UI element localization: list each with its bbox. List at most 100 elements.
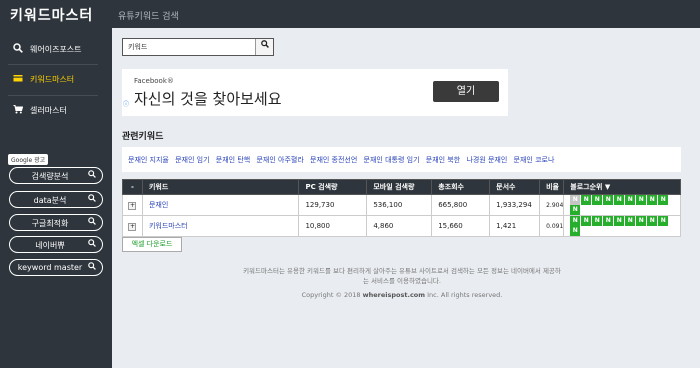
rank-badge[interactable]: N [570,205,581,215]
ad-pill-search-volume[interactable]: 검색량분석 [9,167,103,184]
related-keyword-link[interactable]: 문재인 임기 [175,156,209,164]
cart-icon [13,104,24,115]
main-content: Facebook® 자신의 것을 찾아보세요 열기 ⓘ 관련키워드 문재인 지지… [112,28,700,368]
rank-badge[interactable]: N [625,216,636,226]
copyright-suffix: Inc. All rights reserved. [427,291,503,299]
search-icon [88,170,96,180]
sidebar-item-whereispost[interactable]: 웨어이즈포스트 [0,38,112,62]
pill-label: 검색량분석 [31,172,69,181]
pill-label: 구글최적화 [31,219,69,228]
ratio-cell: 0.091 [539,215,565,237]
keyword-link[interactable]: 키워드마스터 [149,222,188,230]
divider [8,64,98,65]
rank-badge[interactable]: N [570,195,581,205]
table-row: + 키워드마스터 10,800 4,860 15,660 1,421 0.091… [122,215,681,237]
rank-badge[interactable]: N [570,226,581,236]
blog-rank-cell: N N N N N N N N NN [563,194,681,216]
rank-badge[interactable]: N [614,216,625,226]
google-ad-badge: Google 광고 [8,154,49,165]
ad-open-button[interactable]: 열기 [433,81,499,102]
ad-pill-keyword-master[interactable]: keyword master [9,259,103,276]
rank-badge[interactable]: N [636,195,647,205]
blog-rank-cell: N N N N N N N N NN [563,215,681,237]
rank-badge[interactable]: N [570,216,581,226]
rank-badge[interactable]: N [647,195,658,205]
related-keyword-link[interactable]: 문재인 대통령 임기 [364,156,420,164]
col-header-blog-rank[interactable]: 블로그순위 ▼ [563,179,681,195]
related-keyword-link[interactable]: 문재인 아주혈라 [256,156,303,164]
rank-badge[interactable]: N [625,195,636,205]
pill-label: data분석 [33,196,67,205]
related-keyword-link[interactable]: 문재인 지지율 [128,156,169,164]
col-header-ratio[interactable]: 비율 [539,179,565,195]
pc-cell: 129,730 [298,194,368,216]
col-header-pc[interactable]: PC 검색량 [298,179,368,195]
excel-download-button[interactable]: 엑셀 다운로드 [122,237,182,252]
col-header-total[interactable]: 총조회수 [431,179,491,195]
search-input[interactable] [123,39,255,55]
keyword-table: - 키워드 PC 검색량 모바일 검색량 총조회수 문서수 비율 블로그순위 ▼… [122,179,681,237]
sidebar-item-label: 웨어이즈포스트 [30,45,82,54]
col-header-mobile[interactable]: 모바일 검색량 [366,179,433,195]
ratio-cell: 2.904 [539,194,565,216]
expand-button[interactable]: + [128,201,137,210]
rank-badge[interactable]: N [581,195,592,205]
related-keyword-link[interactable]: 문재인 북한 [426,156,460,164]
ad-pill-data-analysis[interactable]: data분석 [9,191,103,208]
keyword-link[interactable]: 문재인 [149,201,168,209]
keyword-cell: 문재인 [141,194,300,216]
expand-cell: + [122,194,143,216]
rank-badge[interactable]: N [592,195,603,205]
search-box [122,38,274,56]
rank-badge[interactable]: N [636,216,647,226]
related-keywords-list: 문재인 지지율 문재인 임기 문재인 탄핵 문재인 아주혈라 문재인 종전선언 … [128,155,558,165]
related-keyword-link[interactable]: 문재인 탄핵 [216,156,250,164]
copyright-site-link[interactable]: whereispost.com [363,291,425,299]
ad-pill-google-optimization[interactable]: 구글최적화 [9,214,103,231]
rank-badge[interactable]: N [592,216,603,226]
rank-badge[interactable]: N [581,216,592,226]
pill-label: 네이버쀼 [35,241,65,250]
info-icon[interactable]: ⓘ [123,99,129,108]
pill-label: keyword master [17,263,83,272]
ad-brand: Facebook® [134,77,174,85]
docs-cell: 1,933,294 [489,194,541,216]
col-header-docs[interactable]: 문서수 [489,179,541,195]
pc-cell: 10,800 [298,215,368,237]
footer-copyright: Copyright © 2018 whereispost.com Inc. Al… [242,291,562,299]
search-icon [88,262,96,272]
related-keywords-box: 문재인 지지율 문재인 임기 문재인 탄핵 문재인 아주혈라 문재인 종전선언 … [122,147,681,172]
ad-pill-naver[interactable]: 네이버쀼 [9,236,103,253]
rank-badge[interactable]: N [603,216,614,226]
brand-title[interactable]: 키워드마스터 [10,5,93,25]
rank-badge[interactable]: N [603,195,614,205]
sidebar-item-seller-master[interactable]: 셀러마스터 [0,99,112,123]
rank-badge[interactable]: N [658,216,669,226]
search-button[interactable] [255,39,273,55]
search-icon [88,239,96,249]
related-keyword-link[interactable]: 문재인 코로나 [514,156,555,164]
sidebar-item-label: 셀러마스터 [30,106,67,115]
search-icon [88,194,96,204]
table-row: + 문재인 129,730 536,100 665,800 1,933,294 … [122,194,681,216]
expand-button[interactable]: + [128,222,137,231]
rank-badge[interactable]: N [614,195,625,205]
search-icon [13,43,24,54]
header-subtitle: 유튜키워드 검색 [118,12,179,22]
related-keywords-title: 관련키워드 [122,132,164,142]
total-cell: 665,800 [431,194,491,216]
related-keyword-link[interactable]: 나경원 문재인 [466,156,507,164]
rank-badge[interactable]: N [647,216,658,226]
rank-badge[interactable]: N [658,195,669,205]
mobile-cell: 4,860 [366,215,433,237]
table-header-row: - 키워드 PC 검색량 모바일 검색량 총조회수 문서수 비율 블로그순위 ▼ [122,179,681,195]
col-header-expand: - [122,179,143,195]
ad-banner[interactable]: Facebook® 자신의 것을 찾아보세요 열기 ⓘ [122,69,508,116]
footer-description: 키워드마스터는 유용한 키워드를 보다 편리하게 살아주는 유튜브 사이트로서 … [243,267,561,285]
related-keyword-link[interactable]: 문재인 종전선언 [310,156,357,164]
col-header-keyword[interactable]: 키워드 [141,179,300,195]
sidebar-item-keyword-master[interactable]: 키워드마스터 [0,68,112,92]
mobile-cell: 536,100 [366,194,433,216]
expand-cell: + [122,215,143,237]
ad-headline: 자신의 것을 찾아보세요 [134,90,282,108]
